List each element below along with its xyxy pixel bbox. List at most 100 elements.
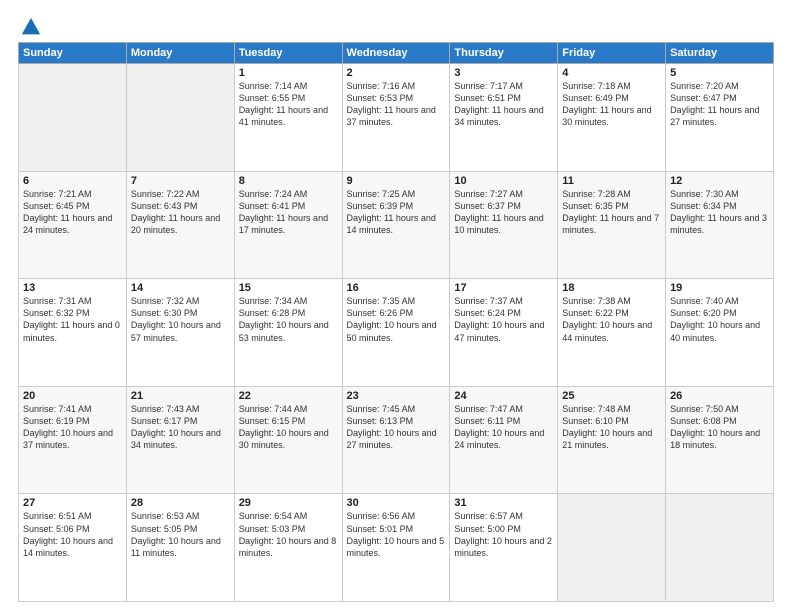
day-number: 17 — [454, 282, 553, 294]
calendar-cell — [666, 494, 774, 602]
weekday-header: Friday — [558, 43, 666, 64]
cell-content: Sunrise: 7:43 AM Sunset: 6:17 PM Dayligh… — [131, 403, 230, 452]
day-number: 19 — [670, 282, 769, 294]
cell-content: Sunrise: 7:25 AM Sunset: 6:39 PM Dayligh… — [347, 188, 446, 237]
calendar-header: SundayMondayTuesdayWednesdayThursdayFrid… — [19, 43, 774, 64]
calendar-cell: 2Sunrise: 7:16 AM Sunset: 6:53 PM Daylig… — [342, 64, 450, 172]
day-number: 10 — [454, 175, 553, 187]
day-number: 2 — [347, 67, 446, 79]
cell-content: Sunrise: 7:47 AM Sunset: 6:11 PM Dayligh… — [454, 403, 553, 452]
cell-content: Sunrise: 7:37 AM Sunset: 6:24 PM Dayligh… — [454, 295, 553, 344]
day-number: 26 — [670, 390, 769, 402]
cell-content: Sunrise: 7:38 AM Sunset: 6:22 PM Dayligh… — [562, 295, 661, 344]
day-number: 29 — [239, 497, 338, 509]
day-number: 27 — [23, 497, 122, 509]
calendar-cell: 10Sunrise: 7:27 AM Sunset: 6:37 PM Dayli… — [450, 171, 558, 279]
cell-content: Sunrise: 7:40 AM Sunset: 6:20 PM Dayligh… — [670, 295, 769, 344]
day-number: 1 — [239, 67, 338, 79]
cell-content: Sunrise: 7:35 AM Sunset: 6:26 PM Dayligh… — [347, 295, 446, 344]
calendar-cell: 11Sunrise: 7:28 AM Sunset: 6:35 PM Dayli… — [558, 171, 666, 279]
calendar-cell: 26Sunrise: 7:50 AM Sunset: 6:08 PM Dayli… — [666, 386, 774, 494]
cell-content: Sunrise: 7:50 AM Sunset: 6:08 PM Dayligh… — [670, 403, 769, 452]
calendar-cell: 15Sunrise: 7:34 AM Sunset: 6:28 PM Dayli… — [234, 279, 342, 387]
day-number: 24 — [454, 390, 553, 402]
day-number: 16 — [347, 282, 446, 294]
cell-content: Sunrise: 7:17 AM Sunset: 6:51 PM Dayligh… — [454, 80, 553, 129]
day-number: 11 — [562, 175, 661, 187]
calendar-cell: 14Sunrise: 7:32 AM Sunset: 6:30 PM Dayli… — [126, 279, 234, 387]
cell-content: Sunrise: 7:30 AM Sunset: 6:34 PM Dayligh… — [670, 188, 769, 237]
calendar-cell: 24Sunrise: 7:47 AM Sunset: 6:11 PM Dayli… — [450, 386, 558, 494]
day-number: 23 — [347, 390, 446, 402]
cell-content: Sunrise: 7:27 AM Sunset: 6:37 PM Dayligh… — [454, 188, 553, 237]
day-number: 22 — [239, 390, 338, 402]
calendar-cell: 18Sunrise: 7:38 AM Sunset: 6:22 PM Dayli… — [558, 279, 666, 387]
calendar-cell: 1Sunrise: 7:14 AM Sunset: 6:55 PM Daylig… — [234, 64, 342, 172]
calendar-cell: 13Sunrise: 7:31 AM Sunset: 6:32 PM Dayli… — [19, 279, 127, 387]
day-number: 14 — [131, 282, 230, 294]
cell-content: Sunrise: 6:57 AM Sunset: 5:00 PM Dayligh… — [454, 510, 553, 559]
header — [18, 16, 774, 34]
weekday-header: Wednesday — [342, 43, 450, 64]
day-number: 3 — [454, 67, 553, 79]
cell-content: Sunrise: 6:51 AM Sunset: 5:06 PM Dayligh… — [23, 510, 122, 559]
day-number: 12 — [670, 175, 769, 187]
weekday-header: Sunday — [19, 43, 127, 64]
calendar-week-row: 1Sunrise: 7:14 AM Sunset: 6:55 PM Daylig… — [19, 64, 774, 172]
calendar-cell: 27Sunrise: 6:51 AM Sunset: 5:06 PM Dayli… — [19, 494, 127, 602]
cell-content: Sunrise: 7:45 AM Sunset: 6:13 PM Dayligh… — [347, 403, 446, 452]
day-number: 31 — [454, 497, 553, 509]
day-number: 20 — [23, 390, 122, 402]
cell-content: Sunrise: 7:34 AM Sunset: 6:28 PM Dayligh… — [239, 295, 338, 344]
cell-content: Sunrise: 7:28 AM Sunset: 6:35 PM Dayligh… — [562, 188, 661, 237]
calendar-cell: 29Sunrise: 6:54 AM Sunset: 5:03 PM Dayli… — [234, 494, 342, 602]
calendar-cell: 17Sunrise: 7:37 AM Sunset: 6:24 PM Dayli… — [450, 279, 558, 387]
calendar-cell: 4Sunrise: 7:18 AM Sunset: 6:49 PM Daylig… — [558, 64, 666, 172]
calendar-cell: 8Sunrise: 7:24 AM Sunset: 6:41 PM Daylig… — [234, 171, 342, 279]
cell-content: Sunrise: 7:14 AM Sunset: 6:55 PM Dayligh… — [239, 80, 338, 129]
day-number: 28 — [131, 497, 230, 509]
calendar-cell: 28Sunrise: 6:53 AM Sunset: 5:05 PM Dayli… — [126, 494, 234, 602]
calendar-body: 1Sunrise: 7:14 AM Sunset: 6:55 PM Daylig… — [19, 64, 774, 602]
day-number: 30 — [347, 497, 446, 509]
calendar-cell: 22Sunrise: 7:44 AM Sunset: 6:15 PM Dayli… — [234, 386, 342, 494]
cell-content: Sunrise: 7:41 AM Sunset: 6:19 PM Dayligh… — [23, 403, 122, 452]
calendar-cell: 31Sunrise: 6:57 AM Sunset: 5:00 PM Dayli… — [450, 494, 558, 602]
day-number: 21 — [131, 390, 230, 402]
weekday-row: SundayMondayTuesdayWednesdayThursdayFrid… — [19, 43, 774, 64]
day-number: 4 — [562, 67, 661, 79]
day-number: 5 — [670, 67, 769, 79]
calendar-cell: 21Sunrise: 7:43 AM Sunset: 6:17 PM Dayli… — [126, 386, 234, 494]
cell-content: Sunrise: 7:18 AM Sunset: 6:49 PM Dayligh… — [562, 80, 661, 129]
calendar-cell: 9Sunrise: 7:25 AM Sunset: 6:39 PM Daylig… — [342, 171, 450, 279]
calendar-cell: 23Sunrise: 7:45 AM Sunset: 6:13 PM Dayli… — [342, 386, 450, 494]
calendar: SundayMondayTuesdayWednesdayThursdayFrid… — [18, 42, 774, 602]
calendar-cell: 5Sunrise: 7:20 AM Sunset: 6:47 PM Daylig… — [666, 64, 774, 172]
calendar-week-row: 6Sunrise: 7:21 AM Sunset: 6:45 PM Daylig… — [19, 171, 774, 279]
day-number: 7 — [131, 175, 230, 187]
day-number: 9 — [347, 175, 446, 187]
cell-content: Sunrise: 7:20 AM Sunset: 6:47 PM Dayligh… — [670, 80, 769, 129]
calendar-cell: 20Sunrise: 7:41 AM Sunset: 6:19 PM Dayli… — [19, 386, 127, 494]
cell-content: Sunrise: 7:44 AM Sunset: 6:15 PM Dayligh… — [239, 403, 338, 452]
cell-content: Sunrise: 7:22 AM Sunset: 6:43 PM Dayligh… — [131, 188, 230, 237]
cell-content: Sunrise: 6:54 AM Sunset: 5:03 PM Dayligh… — [239, 510, 338, 559]
day-number: 13 — [23, 282, 122, 294]
logo-icon — [20, 16, 42, 38]
calendar-cell: 25Sunrise: 7:48 AM Sunset: 6:10 PM Dayli… — [558, 386, 666, 494]
calendar-cell: 7Sunrise: 7:22 AM Sunset: 6:43 PM Daylig… — [126, 171, 234, 279]
day-number: 18 — [562, 282, 661, 294]
calendar-cell: 6Sunrise: 7:21 AM Sunset: 6:45 PM Daylig… — [19, 171, 127, 279]
calendar-cell — [558, 494, 666, 602]
day-number: 6 — [23, 175, 122, 187]
cell-content: Sunrise: 7:16 AM Sunset: 6:53 PM Dayligh… — [347, 80, 446, 129]
calendar-cell: 12Sunrise: 7:30 AM Sunset: 6:34 PM Dayli… — [666, 171, 774, 279]
page: SundayMondayTuesdayWednesdayThursdayFrid… — [0, 0, 792, 612]
cell-content: Sunrise: 6:53 AM Sunset: 5:05 PM Dayligh… — [131, 510, 230, 559]
cell-content: Sunrise: 7:24 AM Sunset: 6:41 PM Dayligh… — [239, 188, 338, 237]
logo — [18, 16, 42, 34]
calendar-cell — [126, 64, 234, 172]
calendar-cell: 30Sunrise: 6:56 AM Sunset: 5:01 PM Dayli… — [342, 494, 450, 602]
calendar-cell — [19, 64, 127, 172]
calendar-week-row: 20Sunrise: 7:41 AM Sunset: 6:19 PM Dayli… — [19, 386, 774, 494]
